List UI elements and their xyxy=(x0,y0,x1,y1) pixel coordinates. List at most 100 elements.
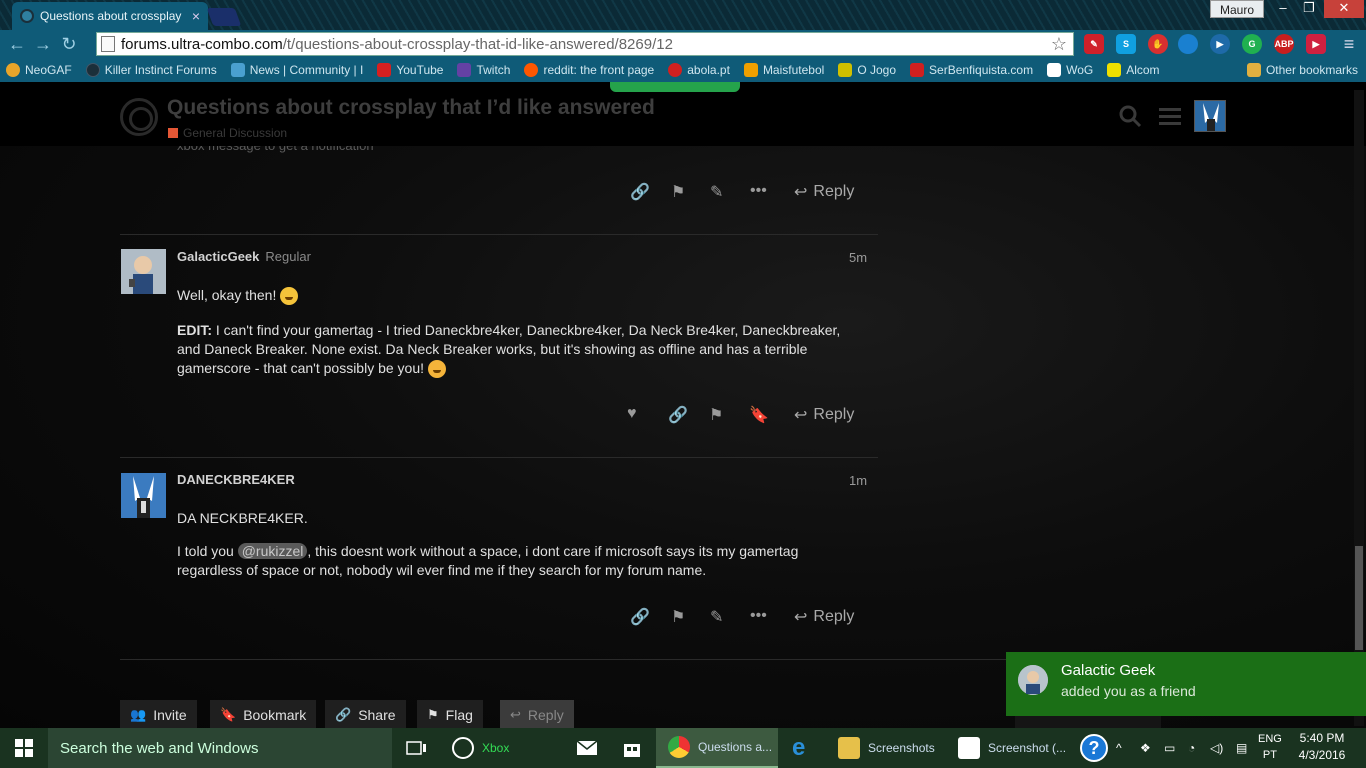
page-scrollbar[interactable] xyxy=(1354,90,1364,726)
stop-icon[interactable]: ✋ xyxy=(1148,34,1168,54)
reload-icon[interactable]: ↻ xyxy=(56,31,82,57)
minimize-icon[interactable]: – xyxy=(1270,0,1296,18)
bookmark-item[interactable]: SerBenfiquista.com xyxy=(910,63,1033,77)
discourse-logo-icon[interactable] xyxy=(120,98,158,136)
bookmark-item[interactable]: YouTube xyxy=(377,63,443,77)
topic-title[interactable]: Questions about crossplay that I’d like … xyxy=(167,96,655,120)
reply-button[interactable]: ↩ Reply xyxy=(794,607,854,627)
bookmark-item[interactable]: WoG xyxy=(1047,63,1093,77)
bookmark-label: abola.pt xyxy=(687,63,730,77)
taskbar-app-store[interactable] xyxy=(612,728,652,768)
flag-icon[interactable]: ⚑ xyxy=(709,405,723,425)
link-icon[interactable]: 🔗 xyxy=(668,405,688,425)
skype-icon[interactable]: S xyxy=(1116,34,1136,54)
chrome-icon xyxy=(668,736,690,758)
post-username[interactable]: DANECKBRE4KER xyxy=(177,472,295,487)
start-button[interactable] xyxy=(0,728,48,768)
flag-button[interactable]: ⚑ Flag xyxy=(417,700,483,728)
bookmark-item[interactable]: News | Community | I xyxy=(230,63,363,77)
bookmark-button[interactable]: 🔖 Bookmark xyxy=(210,700,317,728)
address-bar[interactable]: forums.ultra-combo.com/t/questions-about… xyxy=(96,32,1074,56)
extension-icon[interactable] xyxy=(1178,34,1198,54)
task-label: Questions a... xyxy=(698,740,773,754)
taskbar-app-photos[interactable]: Screenshot (... xyxy=(946,728,1072,768)
forward-icon[interactable]: → xyxy=(30,31,56,57)
bookmark-icon[interactable]: 🔖 xyxy=(749,405,769,425)
task-label: Xbox xyxy=(482,741,510,755)
like-heart-icon[interactable]: ♥ xyxy=(627,405,637,423)
category-link[interactable]: General Discussion xyxy=(168,126,287,140)
flag-icon[interactable]: ⚑ xyxy=(671,182,685,202)
extension-icon[interactable]: ✎ xyxy=(1084,34,1104,54)
more-icon[interactable]: ••• xyxy=(750,607,767,625)
show-hidden-icons[interactable]: ^ xyxy=(1116,728,1122,768)
invite-button[interactable]: 👥 Invite xyxy=(120,700,197,728)
bookmark-item[interactable]: Alcom xyxy=(1107,63,1160,77)
adblock-icon[interactable]: ABP xyxy=(1274,34,1294,54)
bookmark-favicon-icon xyxy=(1047,63,1062,77)
reply-arrow-icon: ↩ xyxy=(794,609,808,626)
flag-icon[interactable]: ⚑ xyxy=(671,607,685,627)
user-mention-link[interactable]: @rukizzel xyxy=(237,543,308,559)
edit-icon[interactable]: ✎ xyxy=(710,182,723,202)
tab-close-icon[interactable]: × xyxy=(192,8,200,24)
grammarly-icon[interactable]: G xyxy=(1242,34,1262,54)
post-username[interactable]: GalacticGeek Regular xyxy=(177,249,311,264)
profile-name[interactable]: Mauro xyxy=(1210,0,1264,18)
friend-notification-toast[interactable]: Galactic Geek added you as a friend xyxy=(1006,652,1366,716)
avatar[interactable] xyxy=(121,249,166,294)
play-icon[interactable]: ▶ xyxy=(1210,34,1230,54)
bookmark-star-icon[interactable]: ☆ xyxy=(1051,34,1067,55)
edge-icon: e xyxy=(792,734,806,761)
browser-tab[interactable]: Questions about crossplay × xyxy=(12,2,208,30)
battery-icon[interactable]: ▭ xyxy=(1164,728,1175,768)
link-icon[interactable]: 🔗 xyxy=(630,607,650,627)
scrollbar-thumb[interactable] xyxy=(1355,546,1363,650)
bookmark-item[interactable]: Maisfutebol xyxy=(743,63,824,77)
close-window-icon[interactable]: ✕ xyxy=(1324,0,1364,18)
post-body-paragraph: I told you @rukizzel, this doesnt work w… xyxy=(177,542,867,580)
edit-label: EDIT: xyxy=(177,322,212,338)
reply-button[interactable]: ↩ Reply xyxy=(794,405,854,425)
taskbar-app-edge[interactable]: e xyxy=(780,728,828,768)
other-bookmarks[interactable]: Other bookmarks xyxy=(1246,63,1358,77)
current-user-avatar[interactable] xyxy=(1194,100,1226,132)
bookmark-item[interactable]: O Jogo xyxy=(838,63,896,77)
action-center-icon[interactable]: ▤ xyxy=(1236,728,1247,768)
new-tab-button[interactable] xyxy=(206,8,242,26)
language-indicator[interactable]: ENG PT xyxy=(1258,731,1282,763)
bookmark-item[interactable]: reddit: the front page xyxy=(524,63,654,77)
reply-button[interactable]: ↩ Reply xyxy=(794,182,854,202)
notification-title: Galactic Geek xyxy=(1061,662,1156,679)
bookmark-item[interactable]: Twitch xyxy=(457,63,510,77)
task-view-icon[interactable] xyxy=(400,728,434,768)
bookmark-item[interactable]: abola.pt xyxy=(668,63,730,77)
avatar[interactable] xyxy=(121,473,166,518)
taskbar-search-box[interactable]: Search the web and Windows xyxy=(48,728,392,768)
dropbox-icon[interactable]: ❖ xyxy=(1140,728,1151,768)
taskbar-app-mail[interactable] xyxy=(565,728,609,768)
wifi-icon[interactable]: ◔ xyxy=(1188,728,1195,768)
edit-icon[interactable]: ✎ xyxy=(710,607,723,627)
menu-icon[interactable]: ≡ xyxy=(1336,31,1362,57)
post-time[interactable]: 1m xyxy=(849,473,867,488)
bookmark-item[interactable]: Killer Instinct Forums xyxy=(85,63,217,77)
post-time[interactable]: 5m xyxy=(849,250,867,265)
back-icon[interactable]: ← xyxy=(4,31,30,57)
search-icon[interactable] xyxy=(1118,104,1142,134)
help-icon[interactable]: ? xyxy=(1080,728,1108,768)
extension-icon[interactable]: ▶ xyxy=(1306,34,1326,54)
taskbar-app-explorer[interactable]: Screenshots xyxy=(826,728,950,768)
taskbar-app-xbox[interactable]: Xbox xyxy=(440,728,550,768)
taskbar-app-chrome[interactable]: Questions a... xyxy=(656,728,778,768)
bookmark-item[interactable]: NeoGAF xyxy=(6,63,72,77)
restore-icon[interactable]: ❐ xyxy=(1296,0,1322,18)
share-button[interactable]: 🔗 Share xyxy=(325,700,406,728)
volume-icon[interactable]: ◁) xyxy=(1210,728,1223,768)
hamburger-menu-icon[interactable] xyxy=(1158,104,1182,134)
topic-reply-button[interactable]: ↩ Reply xyxy=(500,700,574,728)
more-icon[interactable]: ••• xyxy=(750,182,767,200)
link-icon[interactable]: 🔗 xyxy=(630,182,650,202)
post-text: Well, okay then! xyxy=(177,287,277,303)
taskbar-clock[interactable]: 5:40 PM 4/3/2016 xyxy=(1292,730,1352,764)
